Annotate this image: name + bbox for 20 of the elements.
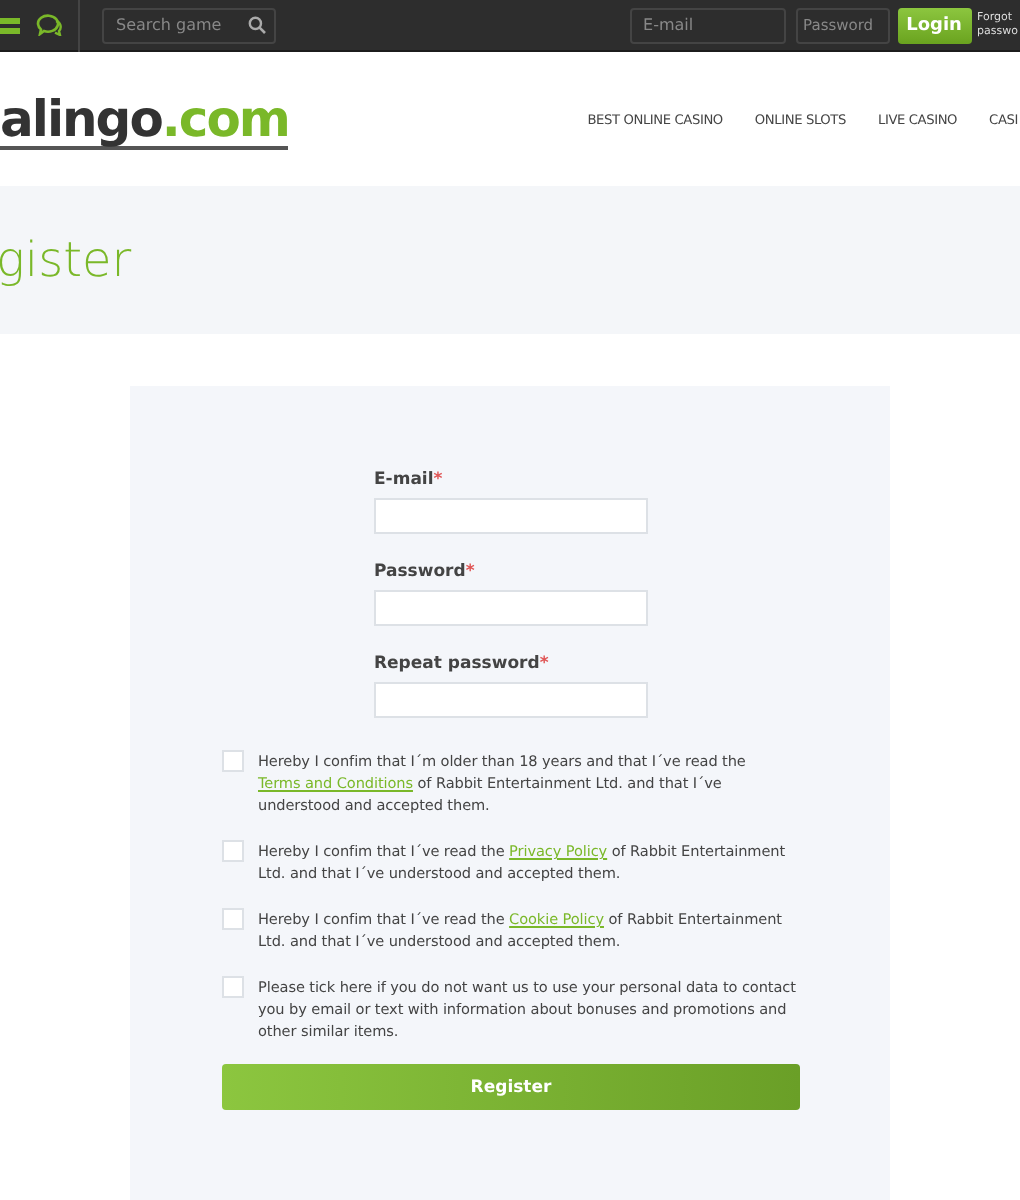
field-label: Password*: [374, 562, 475, 582]
site-logo[interactable]: alingo.com: [0, 93, 289, 149]
page-title: gister: [0, 232, 132, 288]
search-icon[interactable]: [248, 15, 266, 33]
required-mark: *: [433, 470, 443, 490]
field-label: Repeat password*: [374, 654, 549, 674]
required-mark: *: [539, 654, 549, 674]
search-field[interactable]: Search game: [102, 7, 276, 43]
input-field[interactable]: [374, 590, 648, 626]
chat-icon[interactable]: [36, 14, 62, 36]
checkbox[interactable]: [222, 908, 244, 930]
checkbox[interactable]: [222, 840, 244, 862]
input-field[interactable]: [374, 498, 648, 534]
email-field[interactable]: E-mail: [629, 7, 786, 43]
menu-icon[interactable]: [0, 15, 20, 35]
input-field[interactable]: [374, 682, 648, 718]
field-label: E-mail*: [374, 470, 443, 490]
required-mark: *: [465, 562, 475, 582]
checkbox[interactable]: [222, 750, 244, 772]
checkbox[interactable]: [222, 976, 244, 998]
